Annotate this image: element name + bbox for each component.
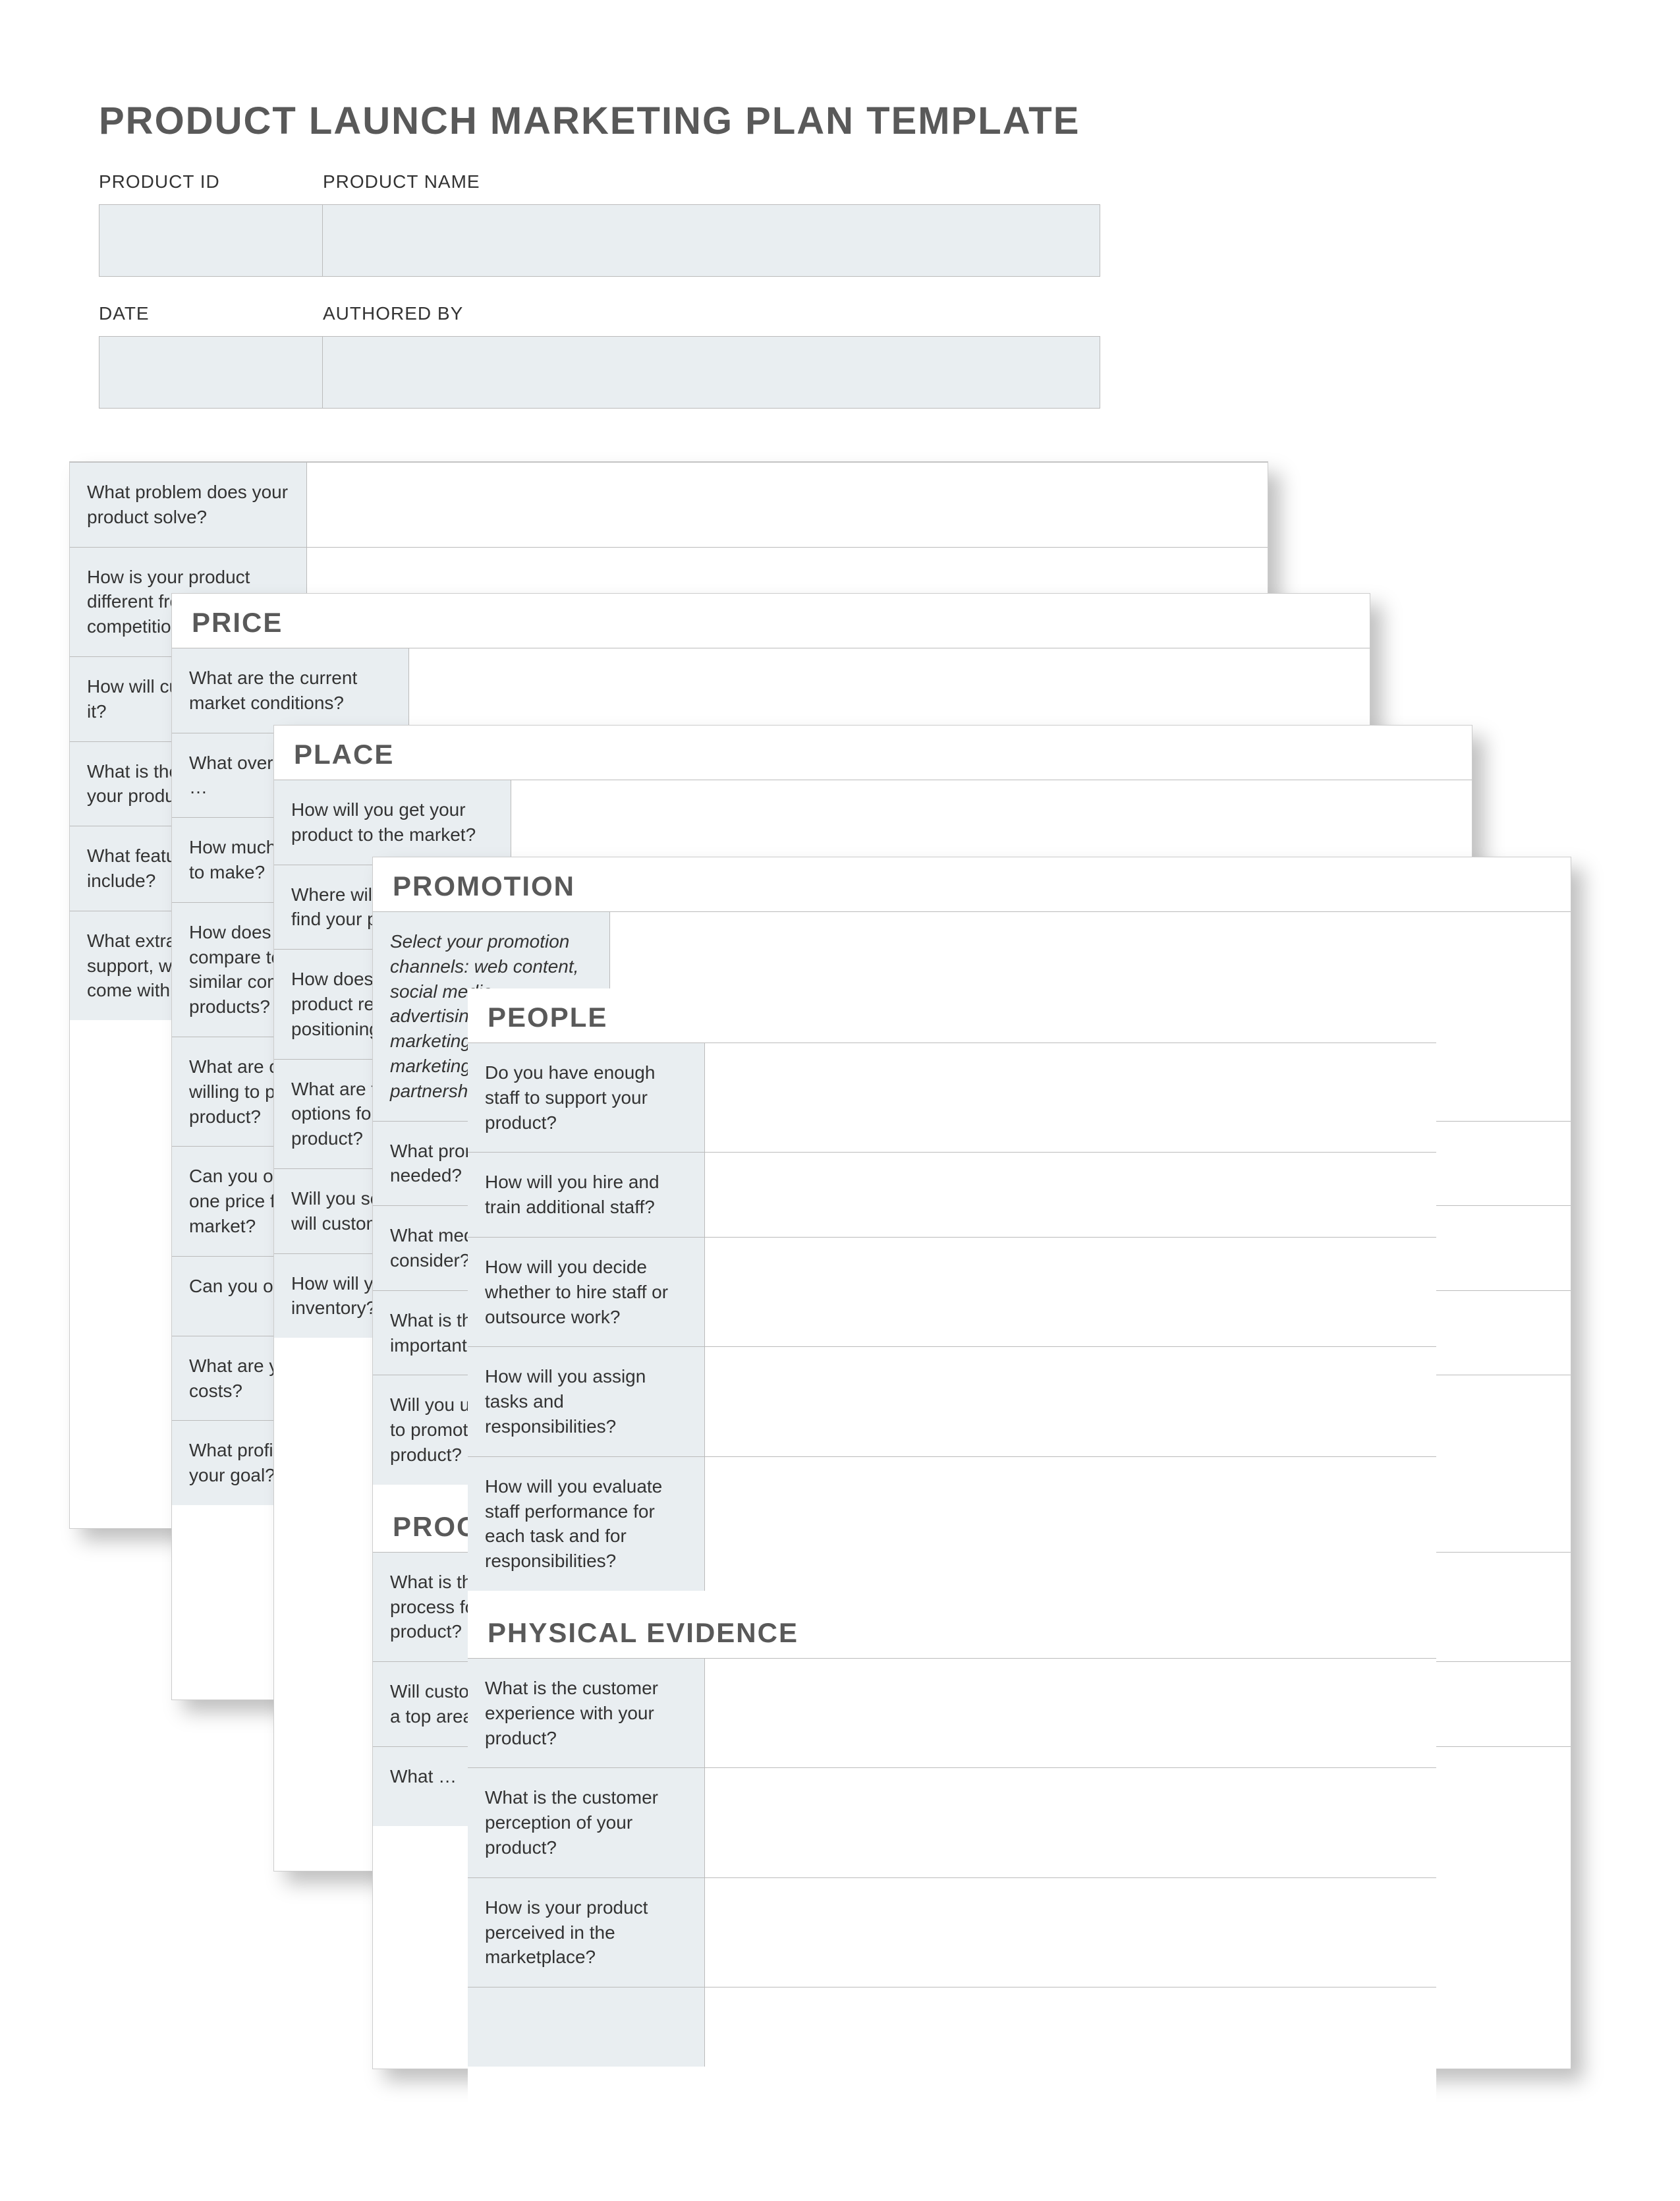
q-place-0: How will you get your product to the mar… (274, 780, 511, 865)
a-price-0[interactable] (409, 648, 1370, 733)
a-phys-3[interactable] (705, 1987, 1436, 2067)
q-phys-1: What is the customer perception of your … (468, 1768, 705, 1877)
q-product-0: What problem does your product solve? (70, 463, 307, 547)
q-phys-3 (468, 1987, 705, 2067)
label-product-id: PRODUCT ID (99, 171, 323, 192)
section-heading-promotion: PROMOTION (373, 857, 1571, 911)
field-product-name[interactable] (323, 204, 1100, 277)
label-authored-by: AUTHORED BY (323, 303, 1100, 324)
q-people-3: How will you assign tasks and responsibi… (468, 1347, 705, 1456)
a-phys-0[interactable] (705, 1659, 1436, 1767)
q-people-4: How will you evaluate staff performance … (468, 1457, 705, 1591)
field-date[interactable] (99, 336, 323, 409)
a-phys-1[interactable] (705, 1768, 1436, 1877)
page-title: PRODUCT LAUNCH MARKETING PLAN TEMPLATE (99, 99, 1080, 143)
field-product-id[interactable] (99, 204, 323, 277)
section-heading-people: PEOPLE (468, 988, 1436, 1043)
a-people-2[interactable] (705, 1238, 1436, 1346)
q-people-0: Do you have enough staff to support your… (468, 1043, 705, 1152)
a-phys-2[interactable] (705, 1878, 1436, 1987)
a-product-0[interactable] (307, 463, 1268, 547)
section-heading-price: PRICE (172, 594, 1370, 648)
a-place-0[interactable] (511, 780, 1472, 865)
label-product-name: PRODUCT NAME (323, 171, 1100, 192)
q-people-1: How will you hire and train additional s… (468, 1153, 705, 1237)
a-people-4[interactable] (705, 1457, 1436, 1591)
meta-row-2: DATE AUTHORED BY (99, 303, 1100, 409)
q-people-2: How will you decide whether to hire staf… (468, 1238, 705, 1346)
section-heading-place: PLACE (274, 726, 1472, 780)
q-phys-2: How is your product perceived in the mar… (468, 1878, 705, 1987)
card-people-phys: PEOPLE Do you have enough staff to suppo… (468, 988, 1436, 2201)
meta-row-1: PRODUCT ID PRODUCT NAME (99, 171, 1100, 277)
label-date: DATE (99, 303, 323, 324)
q-price-0: What are the current market conditions? (172, 648, 409, 733)
field-authored-by[interactable] (323, 336, 1100, 409)
a-people-0[interactable] (705, 1043, 1436, 1152)
q-phys-0: What is the customer experience with you… (468, 1659, 705, 1767)
a-people-1[interactable] (705, 1153, 1436, 1237)
section-heading-physical-evidence: PHYSICAL EVIDENCE (468, 1591, 1436, 1658)
a-people-3[interactable] (705, 1347, 1436, 1456)
